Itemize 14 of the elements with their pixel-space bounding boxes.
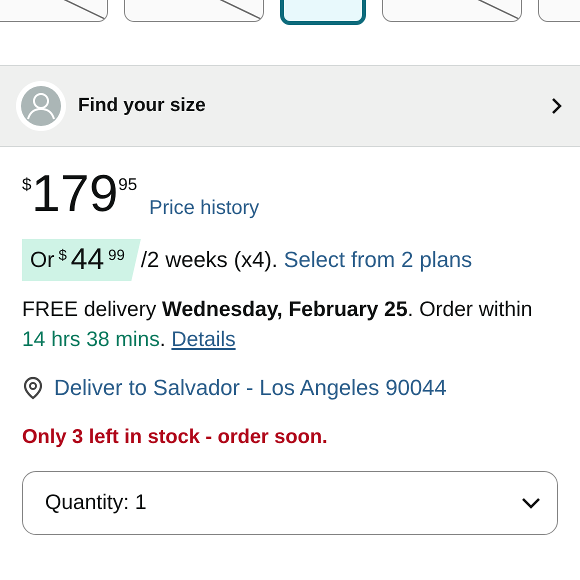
deliver-to-link[interactable]: Deliver to Salvador - Los Angeles 90044 xyxy=(54,375,447,401)
find-size-banner[interactable]: Find your size xyxy=(0,65,580,147)
installment-period: /2 weeks (x4). xyxy=(140,247,278,273)
details-link[interactable]: Details xyxy=(171,328,236,351)
stock-warning: Only 3 left in stock - order soon. xyxy=(22,426,329,449)
chevron-down-icon xyxy=(521,497,541,509)
quantity-dropdown[interactable]: Quantity: 1 xyxy=(22,471,558,535)
select-plans-link[interactable]: Select from 2 plans xyxy=(284,247,472,273)
avatar-icon xyxy=(16,81,66,131)
location-pin-icon xyxy=(22,376,44,400)
delivery-info: FREE delivery Wednesday, February 25. Order within 14 hrs 38 mins. Details xyxy=(22,297,534,353)
chevron-right-icon xyxy=(550,96,564,116)
find-size-label: Find your size xyxy=(78,95,207,117)
price-history-link[interactable]: Price history xyxy=(149,197,260,220)
